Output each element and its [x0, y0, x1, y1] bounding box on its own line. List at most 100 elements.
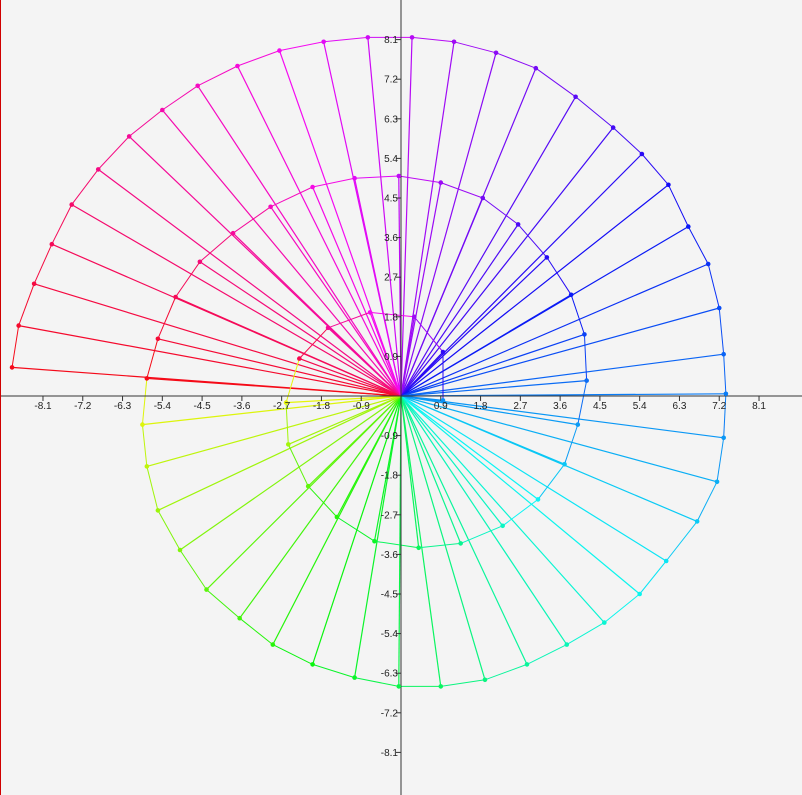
- data-point-64: [535, 497, 541, 502]
- outline-segment-62: [564, 424, 579, 465]
- y-tick-label: 4.5: [384, 194, 398, 205]
- outline-segment-53: [354, 175, 399, 179]
- y-tick-label: 7.2: [384, 75, 398, 86]
- rays-layer: [11, 37, 726, 687]
- data-point-74: [325, 325, 331, 331]
- data-point-5: [95, 167, 101, 172]
- data-point-53: [352, 175, 357, 181]
- data-point-35: [438, 684, 444, 689]
- outline-segment-68: [336, 516, 375, 542]
- y-tick-label: -7.2: [381, 708, 399, 719]
- data-point-33: [524, 662, 530, 667]
- outline-segment-39: [239, 617, 274, 645]
- y-tick-label: -2.7: [381, 510, 399, 521]
- outline-segment-8: [197, 65, 238, 87]
- outline-segment-18: [612, 127, 643, 155]
- data-point-63: [562, 461, 567, 467]
- data-point-24: [721, 351, 726, 357]
- outline-segment-66: [418, 542, 461, 549]
- outline-segment-26: [716, 437, 725, 482]
- outline-segment-22: [707, 263, 720, 309]
- outline-segment-43: [146, 466, 159, 511]
- ray-34: [400, 395, 486, 680]
- outline-segment-47: [157, 296, 177, 339]
- outline-segment-55: [440, 182, 483, 199]
- data-point-56: [480, 195, 486, 201]
- ray-14: [400, 41, 455, 397]
- data-point-76: [411, 314, 417, 320]
- x-tick-label: -8.1: [34, 401, 52, 412]
- outline-segment-11: [323, 36, 368, 43]
- outline-segment-7: [162, 85, 198, 111]
- data-point-13: [409, 35, 415, 40]
- y-tick-label: -4.5: [381, 590, 399, 601]
- data-point-6: [126, 134, 132, 139]
- data-point-0: [9, 365, 15, 370]
- data-point-16: [533, 65, 539, 71]
- outline-segment-1: [18, 283, 35, 326]
- data-point-73: [297, 356, 302, 361]
- x-tick-label: 4.5: [593, 401, 607, 412]
- data-point-51: [268, 204, 273, 210]
- y-tick-label: 8.1: [384, 35, 398, 46]
- x-tick-label: -1.8: [313, 401, 331, 412]
- x-tick-label: 2.7: [513, 401, 527, 412]
- y-tick-label: 3.6: [384, 233, 398, 244]
- ray-29: [400, 395, 667, 562]
- ray-9: [236, 65, 402, 397]
- data-point-49: [197, 259, 203, 265]
- outline-segment-21: [687, 226, 709, 265]
- outline-segment-65: [460, 525, 503, 544]
- outline-segment-10: [279, 41, 324, 52]
- axes: [1, 0, 802, 795]
- x-tick-label: 3.6: [553, 401, 567, 412]
- y-tick-label: -6.3: [381, 669, 399, 680]
- outline-segment-42: [157, 510, 181, 551]
- y-tick-label: -0.9: [381, 431, 399, 442]
- ray-15: [400, 52, 497, 397]
- ray-32: [400, 395, 568, 645]
- ray-8: [197, 85, 402, 397]
- ray-40: [239, 395, 402, 619]
- data-point-19: [639, 151, 645, 157]
- x-tick-label: -5.4: [154, 401, 172, 412]
- data-point-40: [237, 615, 242, 621]
- y-tick-label: -8.1: [381, 748, 399, 759]
- data-point-71: [285, 442, 291, 447]
- ray-18: [400, 127, 614, 397]
- y-tick-label: 5.4: [384, 154, 398, 165]
- data-point-46: [144, 376, 150, 381]
- ray-1: [18, 325, 402, 397]
- data-point-29: [663, 558, 669, 564]
- outline-segment-34: [440, 679, 486, 687]
- outline-segment-13: [411, 36, 455, 43]
- outline-segment-30: [604, 593, 640, 623]
- data-point-41: [204, 587, 209, 592]
- outline-segment-24: [723, 354, 727, 394]
- data-point-60: [582, 332, 587, 337]
- ray-30: [400, 395, 641, 595]
- data-point-21: [686, 224, 691, 229]
- data-point-20: [666, 182, 671, 188]
- data-point-9: [235, 63, 240, 69]
- ray-10: [278, 50, 402, 397]
- outline-segment-70: [287, 444, 309, 487]
- outline-segment-5: [97, 136, 130, 170]
- ray-52: [312, 186, 402, 397]
- plot-frame: -8.1 -7.2 -6.3 -5.4 -4.5 -3.6 -2.7 -1.8 -0.9 0.9 1…: [0, 0, 802, 795]
- outline-segment-41: [179, 549, 207, 590]
- data-point-65: [500, 523, 505, 529]
- outline-segment-27: [696, 481, 718, 522]
- data-point-2: [31, 281, 37, 287]
- data-point-7: [160, 107, 165, 113]
- data-point-31: [602, 620, 607, 625]
- data-point-26: [721, 435, 726, 441]
- data-point-23: [716, 305, 722, 311]
- outline-segment-44: [141, 424, 148, 467]
- data-point-14: [451, 39, 457, 45]
- data-point-67: [416, 545, 421, 551]
- ray-4: [71, 204, 402, 397]
- data-point-38: [310, 662, 315, 667]
- data-point-37: [352, 675, 357, 680]
- data-point-10: [277, 48, 282, 53]
